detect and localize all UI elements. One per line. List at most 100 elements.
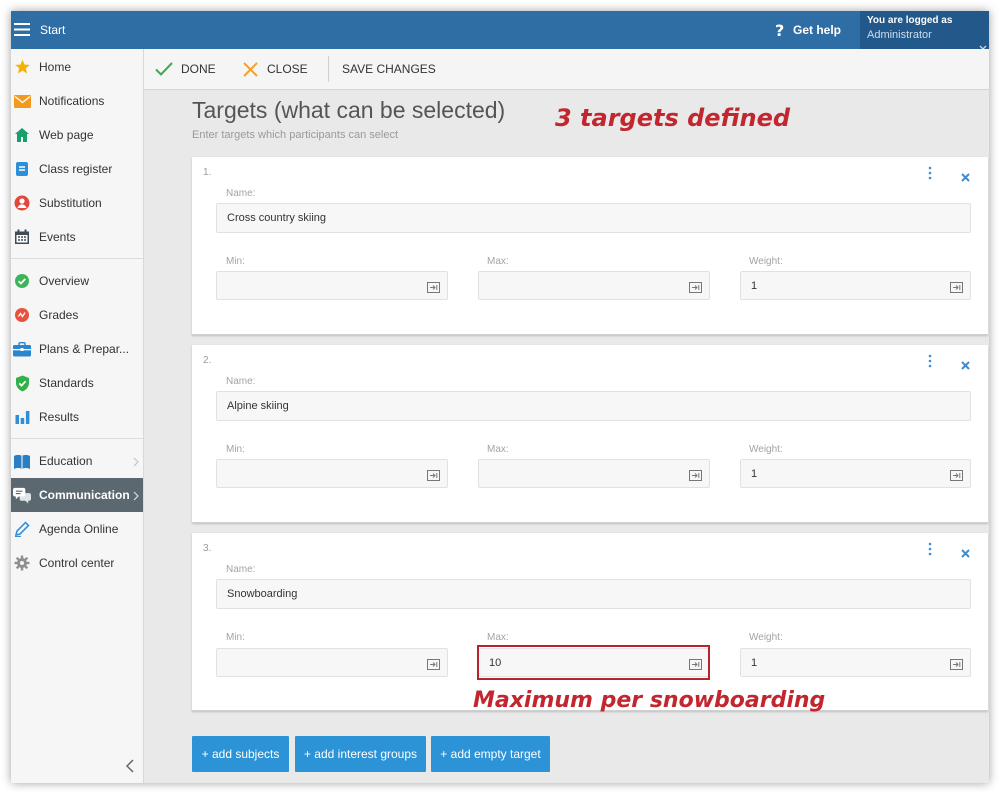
remove-target-icon[interactable] (961, 169, 970, 182)
max-label: Max: (487, 444, 509, 455)
insert-value-icon[interactable] (427, 468, 440, 481)
sidebar-item-home[interactable]: Home (11, 50, 143, 84)
sidebar-item-control-center[interactable]: Control center (11, 546, 143, 580)
get-help-button[interactable]: ? Get help (775, 11, 841, 49)
sidebar-item-agenda-online[interactable]: Agenda Online (11, 512, 143, 546)
target-name-input[interactable] (216, 203, 971, 233)
name-field (216, 579, 971, 609)
save-changes-button[interactable]: SAVE CHANGES (342, 49, 436, 89)
name-field (216, 391, 971, 421)
envelope-icon (13, 92, 31, 110)
top-bar: Start ? Get help You are logged as Admin… (11, 11, 989, 50)
max-field (478, 459, 710, 488)
sidebar-item-label: Overview (39, 274, 90, 288)
done-button[interactable]: DONE (155, 49, 216, 89)
account-menu[interactable]: You are logged as Administrator (860, 11, 989, 50)
grades-icon (13, 306, 31, 324)
check-circle-icon (13, 272, 31, 290)
insert-value-icon[interactable] (427, 657, 440, 670)
sidebar-item-substitution[interactable]: Substitution (11, 186, 143, 220)
more-options-icon[interactable] (928, 542, 932, 556)
weight-input[interactable] (740, 271, 971, 300)
min-field (216, 459, 448, 488)
more-options-icon[interactable] (928, 354, 932, 368)
min-input[interactable] (216, 459, 448, 488)
weight-field (740, 648, 971, 677)
book-icon (13, 452, 31, 470)
remove-target-icon[interactable] (961, 357, 970, 370)
weight-input[interactable] (740, 459, 971, 488)
calendar-icon (13, 228, 31, 246)
sidebar-item-notifications[interactable]: Notifications (11, 84, 143, 118)
weight-label: Weight: (749, 444, 783, 455)
min-field (216, 271, 448, 300)
weight-field (740, 271, 971, 300)
sidebar-item-plans[interactable]: Plans & Prepar... (11, 332, 143, 366)
annotation-targets-defined: 3 targets defined (555, 104, 791, 132)
min-field (216, 648, 448, 677)
done-label: DONE (181, 62, 216, 76)
question-icon: ? (775, 20, 785, 40)
sidebar-item-class-register[interactable]: Class register (11, 152, 143, 186)
weight-label: Weight: (749, 632, 783, 643)
sidebar-item-label: Events (39, 230, 76, 244)
sidebar-item-results[interactable]: Results (11, 400, 143, 434)
chevron-right-icon (133, 490, 139, 501)
add-interest-groups-button[interactable]: + add interest groups (295, 736, 426, 772)
logged-as-label: You are logged as (867, 15, 953, 26)
add-subjects-button[interactable]: + add subjects (192, 736, 289, 772)
more-options-icon[interactable] (928, 166, 932, 180)
register-icon (13, 160, 31, 178)
sidebar-item-standards[interactable]: Standards (11, 366, 143, 400)
close-button[interactable]: CLOSE (243, 49, 308, 89)
max-input[interactable] (478, 459, 710, 488)
sidebar-item-events[interactable]: Events (11, 220, 143, 254)
sidebar-group: Overview Grades Plans & Prepar... Standa… (11, 258, 143, 434)
min-input[interactable] (216, 271, 448, 300)
min-label: Min: (226, 632, 245, 643)
sidebar-item-label: Communication (39, 488, 130, 502)
name-field (216, 203, 971, 233)
sidebar-item-grades[interactable]: Grades (11, 298, 143, 332)
sidebar-item-label: Substitution (39, 196, 102, 210)
insert-value-icon[interactable] (689, 280, 702, 293)
name-label: Name: (226, 564, 256, 575)
sidebar-item-label: Standards (39, 376, 94, 390)
sidebar-item-label: Home (39, 60, 72, 74)
max-label: Max: (487, 632, 509, 643)
page-title: Targets (what can be selected) (192, 97, 506, 123)
pencil-icon (13, 520, 31, 538)
sidebar-item-education[interactable]: Education (11, 444, 143, 478)
weight-input[interactable] (740, 648, 971, 677)
bar-chart-icon (13, 408, 31, 426)
house-icon (13, 126, 31, 144)
sidebar-group: Education Communication Agenda Online Co… (11, 438, 143, 580)
add-empty-target-button[interactable]: + add empty target (431, 736, 550, 772)
sidebar-item-overview[interactable]: Overview (11, 264, 143, 298)
hamburger-icon (14, 23, 30, 36)
sidebar-item-label: Notifications (39, 94, 105, 108)
min-input[interactable] (216, 648, 448, 677)
sidebar-item-label: Web page (39, 128, 94, 142)
insert-value-icon[interactable] (950, 468, 963, 481)
sidebar-item-web-page[interactable]: Web page (11, 118, 143, 152)
chevron-left-icon (125, 758, 134, 778)
sidebar-item-label: Education (39, 454, 93, 468)
insert-value-icon[interactable] (427, 280, 440, 293)
sidebar-item-label: Agenda Online (39, 522, 119, 536)
collapse-sidebar-button[interactable] (123, 758, 135, 778)
min-label: Min: (226, 256, 245, 267)
max-input[interactable] (478, 271, 710, 300)
insert-value-icon[interactable] (689, 468, 702, 481)
target-name-input[interactable] (216, 579, 971, 609)
gear-icon (13, 554, 31, 572)
close-label: CLOSE (267, 62, 308, 76)
start-menu-button[interactable]: Start (11, 11, 144, 49)
page-subtitle: Enter targets which participants can sel… (192, 129, 399, 141)
remove-target-icon[interactable] (961, 545, 970, 558)
target-name-input[interactable] (216, 391, 971, 421)
insert-value-icon[interactable] (950, 657, 963, 670)
sidebar-item-communication[interactable]: Communication (11, 478, 143, 512)
insert-value-icon[interactable] (950, 280, 963, 293)
max-label: Max: (487, 256, 509, 267)
